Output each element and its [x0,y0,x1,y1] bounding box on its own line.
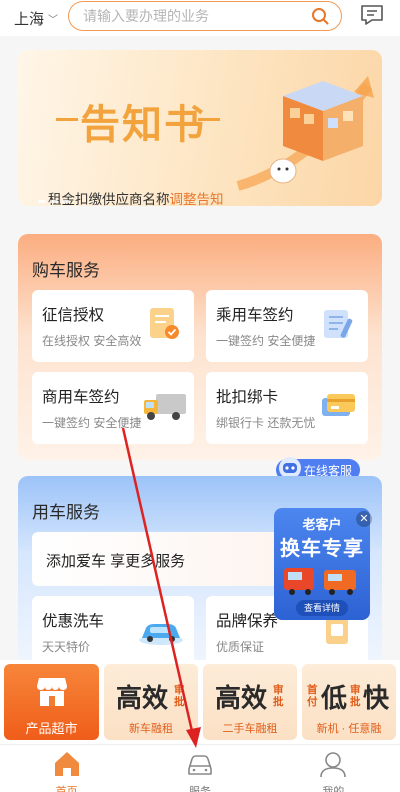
contract-icon [324,310,353,338]
product-supermarket-button[interactable]: 产品超市 [4,664,99,740]
card-subtitle: 优质保证 [216,640,265,654]
product-headline: 低 [321,684,348,714]
banner-subtitle-text: 租金扣缴供应商名称 [48,192,170,206]
top-bar: 上海 ﹀ [0,0,400,36]
promo-details-button[interactable]: 查看详情 [296,600,348,616]
section-title: 购车服务 [32,261,100,280]
buy-service-section: 购车服务 征信授权 在线授权 安全高效 乘用车签约 一键签约 安全便捷 商用车签… [18,234,382,460]
product-new-car-lease[interactable]: 高效 审批 新车融租 [104,664,198,740]
card-title: 批扣绑卡 [216,389,279,406]
promo-line2: 换车专享 [280,538,364,560]
banner-title: 告知书 [80,102,206,148]
car-icon [188,755,212,775]
card-credit-authorization[interactable]: 征信授权 在线授权 安全高效 [32,290,194,362]
nav-item-home[interactable]: 首页 [0,745,133,792]
product-badge: 审批 [174,684,185,708]
nav-label: 我的 [322,786,345,792]
card-title: 商用车签约 [42,389,120,406]
card-subtitle: 绑银行卡 还款无忧 [216,416,316,430]
message-icon[interactable] [360,4,384,26]
home-icon [54,752,79,776]
section-title: 用车服务 [32,503,100,522]
data-cube-illustration-icon [236,76,374,191]
nav-label: 首页 [55,786,78,792]
card-car-wash[interactable]: 优惠洗车 天天特价 [32,596,194,666]
nav-item-service[interactable]: 服务 [133,745,266,792]
close-icon[interactable]: ✕ [356,511,372,527]
product-headline-2: 快 [363,684,390,714]
banner-decoration [198,118,220,121]
truck-icon [144,394,186,420]
product-prefix: 首付 [307,684,318,708]
card-title: 征信授权 [42,307,105,324]
search-icon[interactable] [311,7,329,25]
card-title: 优惠洗车 [42,613,105,630]
card-title: 乘用车签约 [216,307,294,324]
product-badge: 审批 [350,684,361,708]
nav-item-mine[interactable]: 我的 [267,745,400,792]
search-input[interactable] [83,8,303,24]
store-icon [37,678,67,706]
product-headline: 高效 [215,684,268,714]
city-selector[interactable]: 上海 ﹀ [14,8,58,29]
trade-in-promo[interactable]: 老客户 换车专享 查看详情 [274,508,370,620]
city-label: 上海 [14,10,45,28]
banner-subtitle: 租金扣缴供应商名称调整告知 [48,188,224,206]
banner-subtitle-highlight: 调整告知 [169,192,224,206]
nav-label: 服务 [188,786,211,792]
chevron-down-icon: ﹀ [48,14,59,26]
card-subtitle: 一键签约 安全便捷 [42,416,142,430]
card-subtitle: 一键签约 安全便捷 [216,334,316,348]
search-bar[interactable] [68,1,342,31]
add-car-label: 添加爱车 享更多服务 [46,553,186,570]
product-supermarket-label: 产品超市 [25,721,78,736]
product-new-machine-lease[interactable]: 首付 低 审批 快 新机 · 任意融 [302,664,396,740]
banner-pager [38,200,70,203]
car-wash-icon [139,624,183,645]
document-check-icon [150,308,179,339]
card-commercial-car-signing[interactable]: 商用车签约 一键签约 安全便捷 [32,372,194,444]
card-subtitle: 天天特价 [42,640,91,654]
card-passenger-car-signing[interactable]: 乘用车签约 一键签约 安全便捷 [206,290,368,362]
banner-decoration [56,118,78,121]
bank-card-icon [322,394,355,416]
card-subtitle: 在线授权 安全高效 [42,334,142,348]
product-badge: 审批 [273,684,284,708]
bottom-nav: 首页 服务 我的 [0,744,400,792]
card-bank-card-binding[interactable]: 批扣绑卡 绑银行卡 还款无忧 [206,372,368,444]
product-strip: 产品超市 高效 审批 新车融租 高效 审批 二手车融租 首付 低 审批 快 新机… [0,660,400,744]
user-icon [320,752,347,778]
product-label: 新机 · 任意融 [316,723,382,735]
product-headline: 高效 [116,684,169,714]
trucks-illustration-icon [284,568,356,595]
card-title: 品牌保养 [216,613,279,630]
product-used-car-lease[interactable]: 高效 审批 二手车融租 [203,664,297,740]
product-label: 二手车融租 [222,723,278,735]
notice-banner[interactable]: 告知书 租金扣缴供应商名称调整告知 [18,50,382,206]
product-label: 新车融租 [129,723,173,735]
